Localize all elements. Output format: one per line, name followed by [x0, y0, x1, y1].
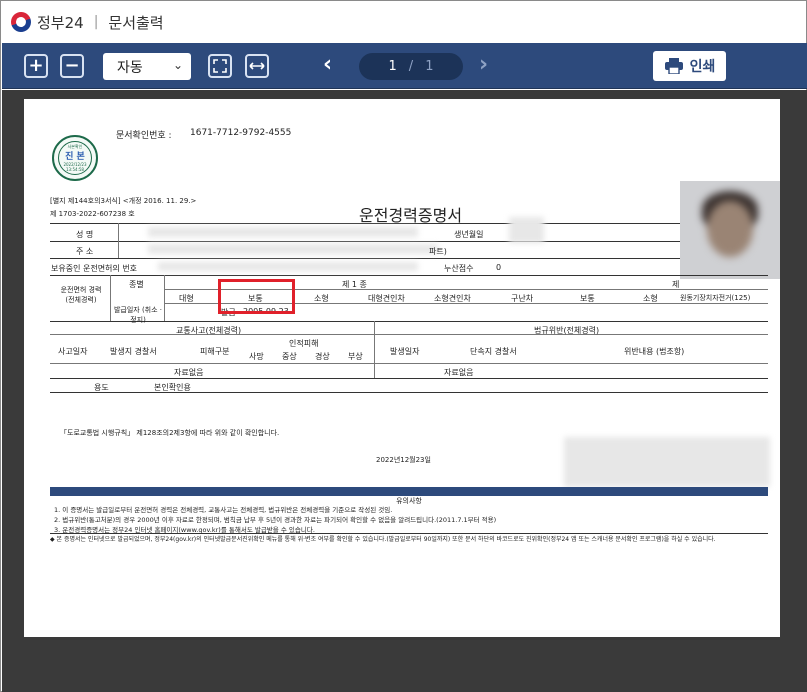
issuer-seal-redacted [564, 437, 770, 487]
print-button[interactable]: 인쇄 [653, 51, 726, 81]
issue-date-label: 발급일자 (취소 · 정지) [113, 306, 163, 324]
brand-name: 정부24 [37, 13, 84, 32]
accident-no-data: 자료없음 [174, 368, 204, 377]
plus-icon: + [28, 55, 44, 76]
authenticity-stamp: 사본확인 진 본 2022/12/23 13:54:58 [52, 135, 98, 181]
next-page-button[interactable]: › [479, 52, 488, 77]
accident-date-col: 사고일자 [58, 347, 88, 356]
doc-confirm-number: 1671-7712-9792-4555 [190, 128, 292, 138]
fit-width-button[interactable] [245, 54, 269, 78]
col-small: 소형 [314, 294, 329, 303]
col-small-2: 소형 [643, 294, 658, 303]
col-large-tow: 대형견인차 [368, 294, 405, 303]
page-separator: / [408, 59, 414, 74]
printer-icon [664, 58, 683, 74]
accident-section-head: 교통사고(전체경력) [176, 326, 242, 335]
title-separator: | [93, 14, 99, 30]
purpose-value: 본인확인용 [154, 383, 191, 392]
zoom-in-button[interactable]: + [24, 54, 48, 78]
notice-item-1: 1. 이 증명서는 발급일로부터 운전면허 경력은 전체경력, 교통사고는 전체… [54, 506, 393, 514]
highlight-box [218, 279, 295, 314]
col-small-tow: 소형견인차 [434, 294, 471, 303]
document-number: 제 1703-2022-607238 호 [50, 210, 135, 218]
col-wrecker: 구난차 [511, 294, 534, 303]
stamp-time: 13:54:58 [66, 167, 84, 172]
class2-label: 제 [672, 280, 680, 289]
report-col: 부상 [348, 352, 363, 361]
violation-police-col: 단속지 경찰서 [470, 347, 517, 356]
address-label: 주 소 [76, 247, 94, 256]
death-col: 사망 [249, 352, 264, 361]
address-redacted [148, 244, 438, 254]
license-history-label: 운전면허 경력 (전체경력) [60, 286, 102, 304]
document-viewer[interactable]: 문서확인번호 : 1671-7712-9792-4555 사본확인 진 본 20… [2, 90, 807, 692]
fit-page-icon [213, 59, 227, 73]
print-label: 인쇄 [689, 59, 716, 75]
fit-width-icon [249, 62, 265, 70]
minus-icon: − [64, 55, 80, 76]
license-number-label: 보유중인 운전면허의 번호 [51, 264, 138, 273]
col-large: 대형 [179, 294, 194, 303]
current-page-input[interactable]: 1 [389, 59, 397, 74]
purpose-label: 용도 [94, 383, 109, 392]
birth-redacted [509, 217, 544, 243]
stamp-main-text: 진 본 [65, 152, 85, 162]
document-page: 문서확인번호 : 1671-7712-9792-4555 사본확인 진 본 20… [24, 99, 780, 637]
form-reference: [별지 제144호의3서식] <개정 2016. 11. 29.> [50, 197, 197, 205]
col-normal-2: 보통 [580, 294, 595, 303]
col-motor: 원동기장치자전거(125) [680, 294, 751, 302]
notice-item-2: 2. 법규위반(통고처분)의 경우 2000년 이후 자료로 한정되며, 범칙금… [54, 516, 497, 524]
accident-type-col: 피해구분 [200, 347, 230, 356]
law-statement: 「도로교통법 시행규칙」 제128조의2제3항에 따라 위와 같이 확인합니다. [60, 429, 280, 437]
page-indicator: 1 / 1 [359, 53, 463, 80]
birth-label: 생년월일 [454, 230, 484, 239]
violation-section-head: 법규위반(전체경력) [534, 326, 600, 335]
zoom-mode-value: 자동 [117, 59, 143, 76]
prev-page-button[interactable]: ‹ [323, 52, 332, 77]
zoom-mode-select[interactable]: 자동 ⌄ [103, 53, 191, 80]
total-pages: 1 [425, 59, 434, 74]
viewer-toolbar: + − 자동 ⌄ ‹ 1 / 1 › 인쇄 [2, 43, 807, 89]
license-number-redacted [158, 262, 418, 271]
kind-label: 종별 [129, 280, 144, 289]
class1-label: 제 1 종 [342, 280, 367, 289]
chevron-down-icon: ⌄ [172, 58, 183, 72]
serious-col: 중상 [282, 352, 297, 361]
footer-note: ◆ 본 증명서는 인터넷으로 발급되었으며, 정부24(gov.kr)의 인터넷… [50, 536, 716, 543]
government-logo-icon [8, 9, 34, 35]
id-photo-blurred [680, 181, 780, 279]
zoom-out-button[interactable]: − [60, 54, 84, 78]
doc-confirm-label: 문서확인번호 : [116, 131, 172, 141]
accident-police-col: 발생지 경찰서 [110, 347, 157, 356]
name-label: 성 명 [76, 230, 94, 239]
violation-no-data: 자료없음 [444, 368, 474, 377]
violation-content-col: 위반내용 (법조항) [624, 347, 685, 356]
window-title: 문서출력 [108, 13, 164, 32]
issue-day: 2022년12월23일 [376, 456, 431, 464]
penalty-value: 0 [496, 263, 502, 272]
document-print-window: 정부24 | 문서출력 + − 자동 ⌄ ‹ 1 / 1 › 인쇄 문서확인번호… [0, 0, 807, 692]
minor-col: 경상 [315, 352, 330, 361]
penalty-label: 누산점수 [444, 264, 474, 273]
notice-bar [50, 487, 768, 496]
address-tail: 파트) [429, 247, 447, 256]
title-bar: 정부24 | 문서출력 [1, 1, 806, 43]
fit-page-button[interactable] [208, 54, 232, 78]
casualty-col: 인적피해 [289, 339, 319, 348]
violation-date-col: 발생일자 [390, 347, 420, 356]
name-redacted [148, 227, 418, 237]
